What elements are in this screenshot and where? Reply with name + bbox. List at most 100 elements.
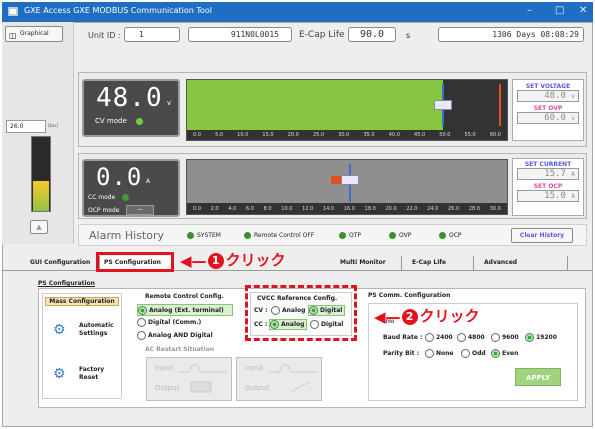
tick-label: 12.0 bbox=[302, 205, 314, 212]
voltage-set-tag bbox=[434, 100, 452, 110]
alarm-system: SYSTEM bbox=[187, 232, 221, 239]
set-ocp-field[interactable]: 15.0 A bbox=[517, 190, 579, 202]
alarm-ocp: OCP bbox=[439, 232, 462, 239]
callout-1-box bbox=[96, 252, 174, 272]
tick-label: 0.0 bbox=[193, 131, 201, 138]
scroll-up-button[interactable]: ▲ bbox=[30, 220, 48, 234]
left-panel: ◫ Graphical 26.0 [bar] ▲ bbox=[2, 22, 74, 244]
ocp-mode-label: OCP mode bbox=[88, 207, 120, 214]
cc-mode-led bbox=[122, 194, 129, 201]
ac-restart-option-2[interactable]: Input Output bbox=[236, 357, 322, 401]
parity-bit-label: Parity Bit : bbox=[383, 350, 420, 357]
automatic-settings-icon[interactable]: ⚙ bbox=[53, 322, 66, 338]
alarm-history-title: Alarm History bbox=[89, 229, 164, 242]
mass-config-box: Mass Configuration ⚙ Automatic Settings ⚙… bbox=[42, 293, 122, 399]
level-meter-fill bbox=[33, 181, 49, 211]
voltage-bar-fill bbox=[187, 80, 443, 130]
tick-label: 22.0 bbox=[406, 205, 418, 212]
tab-gui-configuration[interactable]: GUI Configuration bbox=[26, 256, 100, 270]
baud-4800-option[interactable]: 4800 bbox=[457, 333, 485, 342]
tick-label: 6.0 bbox=[245, 205, 254, 212]
alarm-ovp: OVP bbox=[389, 232, 411, 239]
tick-label: 16.0 bbox=[343, 205, 355, 212]
tick-label: 35.0 bbox=[363, 131, 375, 138]
tick-label: 15.0 bbox=[262, 131, 274, 138]
set-current-field[interactable]: 15.7 A bbox=[517, 168, 579, 180]
level-field: 26.0 bbox=[6, 120, 46, 133]
baud-9600-option[interactable]: 9600 bbox=[491, 333, 519, 342]
factory-reset-button[interactable]: Factory Reset bbox=[79, 366, 104, 382]
level-unit: [bar] bbox=[48, 123, 58, 128]
set-voltage-field[interactable]: 48.0 v bbox=[517, 90, 579, 102]
voltage-value: 48.0 bbox=[96, 83, 163, 113]
set-ovp-label: SET OVP bbox=[533, 105, 563, 112]
clear-history-button[interactable]: Clear History bbox=[511, 228, 573, 243]
baud-19200-option[interactable]: 19200 bbox=[525, 333, 557, 342]
voltage-display: 48.0 v CV mode bbox=[82, 79, 180, 137]
tick-label: 14.0 bbox=[322, 205, 335, 212]
current-unit: A bbox=[146, 178, 151, 185]
waveform-icon bbox=[179, 364, 227, 393]
automatic-settings-button[interactable]: Automatic Settings bbox=[79, 322, 114, 338]
tick-label: 30.0 bbox=[489, 205, 501, 212]
callout-1: ◀— 1 クリック bbox=[180, 251, 286, 270]
current-ticks: 0.0 2.0 4.0 6.0 8.0 10.0 12.0 14.0 16.0 18.0 20.0 2… bbox=[187, 203, 507, 214]
apply-button[interactable]: APPLY bbox=[515, 368, 561, 386]
tick-label: 26.0 bbox=[448, 205, 460, 212]
maximize-button[interactable]: □ bbox=[555, 5, 564, 16]
app-window: GXE Access GXE MODBUS Communication Tool… bbox=[0, 0, 595, 429]
app-icon bbox=[8, 7, 18, 16]
current-settings: SET CURRENT 15.7 A SET OCP 15.0 A bbox=[512, 158, 584, 216]
tick-label: 4.0 bbox=[228, 205, 237, 212]
tick-label: 40.0 bbox=[388, 131, 400, 138]
window-title: GXE Access GXE MODBUS Communication Tool bbox=[24, 6, 212, 15]
remote-analog-and-digital-option[interactable]: Analog AND Digital bbox=[137, 331, 213, 340]
parity-odd-option[interactable]: Odd bbox=[461, 349, 486, 358]
current-ocp-tag bbox=[331, 176, 341, 184]
unit-id-field[interactable]: 1 bbox=[124, 27, 180, 42]
remote-control-title: Remote Control Config. bbox=[145, 293, 224, 300]
set-ovp-field[interactable]: 60.0 v bbox=[517, 112, 579, 124]
factory-reset-icon[interactable]: ⚙ bbox=[53, 366, 66, 382]
cc-mode-label: CC mode bbox=[88, 194, 116, 201]
callout-2: ◀— 2 クリック bbox=[374, 307, 480, 326]
tab-advanced[interactable]: Advanced bbox=[480, 256, 568, 270]
remote-analog-option[interactable]: Analog (Ext. terminal) bbox=[137, 304, 233, 316]
arrow-left-icon: ◀— bbox=[374, 307, 401, 326]
baud-2400-option[interactable]: 2400 bbox=[425, 333, 453, 342]
tick-label: 55.0 bbox=[464, 131, 476, 138]
set-voltage-label: SET VOLTAGE bbox=[525, 83, 571, 90]
minimize-button[interactable]: – bbox=[527, 5, 532, 16]
ac-restart-option-1[interactable]: Input Output bbox=[146, 357, 232, 401]
current-bar: 0.0 2.0 4.0 6.0 8.0 10.0 12.0 14.0 16.0 18.0 20.0 2… bbox=[186, 159, 508, 215]
tab-multi-monitor[interactable]: Multi Monitor bbox=[336, 256, 402, 270]
waveform-icon bbox=[269, 364, 317, 393]
current-set-tag bbox=[341, 175, 359, 185]
close-button[interactable]: ✕ bbox=[579, 5, 587, 16]
tick-label: 28.0 bbox=[468, 205, 481, 212]
set-ocp-label: SET OCP bbox=[533, 183, 563, 190]
current-value: 0.0 bbox=[96, 163, 143, 191]
tick-label: 10.0 bbox=[237, 131, 249, 138]
serial-number-field: 911N0L0015 bbox=[188, 27, 292, 42]
tab-ecap-life[interactable]: E-Cap Life bbox=[408, 256, 474, 270]
voltage-unit: v bbox=[167, 99, 172, 107]
graphical-button[interactable]: ◫ Graphical bbox=[5, 26, 63, 42]
tick-label: 0.0 bbox=[193, 205, 201, 212]
tick-label: 60.0 bbox=[489, 131, 501, 138]
tab-line bbox=[2, 270, 593, 271]
mass-config-title: Mass Configuration bbox=[45, 297, 119, 306]
tick-label: 20.0 bbox=[385, 205, 397, 212]
ecap-life-field: 90.0 bbox=[348, 27, 396, 42]
parity-even-option[interactable]: Even bbox=[491, 349, 518, 358]
cv-mode-label: CV mode bbox=[95, 117, 127, 125]
remote-digital-option[interactable]: Digital (Comm.) bbox=[137, 318, 201, 327]
voltage-settings: SET VOLTAGE 48.0 v SET OVP 60.0 v bbox=[512, 79, 584, 141]
tick-label: 25.0 bbox=[312, 131, 325, 138]
voltage-ovp-marker bbox=[499, 84, 501, 126]
tick-label: 18.0 bbox=[364, 205, 376, 212]
tick-label: 50.0 bbox=[439, 131, 451, 138]
title-bar: GXE Access GXE MODBUS Communication Tool… bbox=[2, 2, 593, 22]
parity-none-option[interactable]: None bbox=[425, 349, 453, 358]
ocp-mode-field: — bbox=[126, 205, 154, 215]
